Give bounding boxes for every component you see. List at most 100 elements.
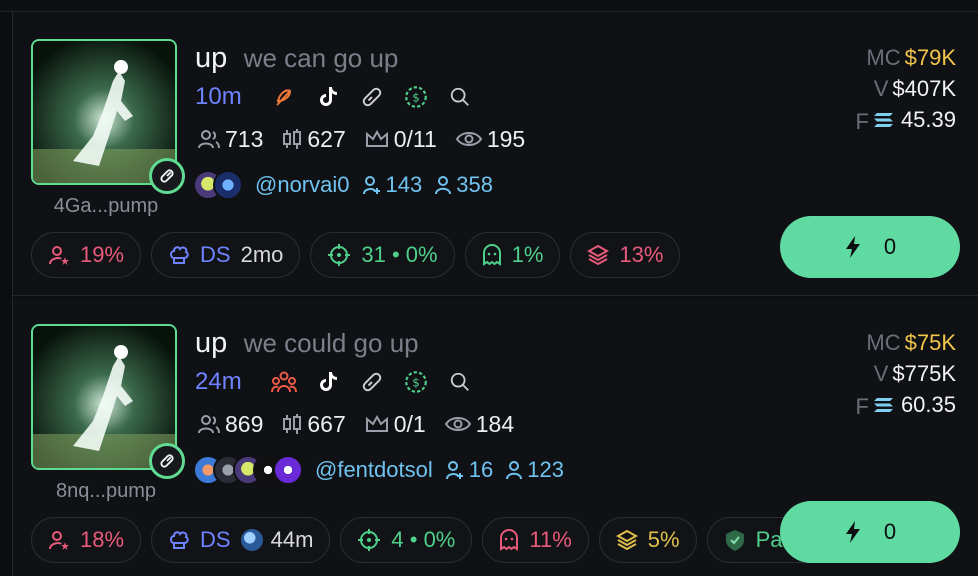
market-info: MC $75K V $775K F 60.35 [855, 327, 956, 422]
user-add-icon [362, 176, 380, 195]
lightning-icon [845, 236, 860, 258]
tiktok-icon[interactable] [312, 367, 344, 397]
pill-icon [149, 443, 185, 479]
fees: F 45.39 [855, 107, 956, 134]
insiders-chip[interactable]: 1% [464, 232, 561, 278]
svg-text:$: $ [412, 90, 420, 104]
crown-icon [365, 129, 388, 147]
token-title: up we could go up [195, 327, 419, 360]
token-address[interactable]: 8nq...pump [31, 480, 181, 503]
user-icon [435, 176, 452, 195]
dev-chip[interactable]: DS 2mo [151, 232, 301, 278]
dev-avatar [240, 529, 263, 551]
ghost-icon [500, 529, 519, 551]
token-metrics: 18% DS 44m 4 • 0% 11% 5% Pa [31, 517, 844, 563]
token-ticker[interactable]: up [195, 42, 227, 74]
candles-icon [283, 129, 302, 149]
avatar-stack[interactable] [193, 455, 303, 485]
user-icon [506, 461, 523, 480]
dex-icon[interactable]: $ [400, 367, 432, 397]
market-cap: MC $75K [866, 330, 956, 355]
token-address[interactable]: 4Ga...pump [31, 195, 181, 218]
users-icon [198, 415, 220, 434]
user-star-icon [49, 246, 69, 265]
layers-icon [587, 244, 610, 266]
search-icon[interactable] [444, 367, 476, 397]
top-holders-chip[interactable]: 18% [31, 517, 142, 563]
holders-stat: 869 [197, 411, 263, 438]
dex-icon[interactable]: $ [400, 82, 432, 112]
token-age: 24m [195, 368, 242, 395]
twitter-handle[interactable]: @fentdotsol [315, 457, 433, 483]
pill-link-icon[interactable] [356, 367, 388, 397]
market-info: MC $79K V $407K F 45.39 [855, 42, 956, 137]
crown-icon [365, 414, 388, 432]
fees: F 60.35 [855, 392, 956, 419]
crosshair-icon [358, 529, 381, 551]
crosshair-icon [328, 244, 351, 266]
txns-stat: 667 [281, 411, 346, 438]
following-count: 358 [434, 172, 493, 198]
lightning-icon [845, 521, 860, 543]
token-name: we could go up [243, 328, 419, 358]
views-stat: 195 [455, 126, 525, 153]
layers-icon [615, 529, 638, 551]
social-row: @norvai0 143 358 [193, 168, 505, 202]
top-divider [0, 0, 978, 12]
solana-icon [873, 112, 893, 127]
snipers-chip[interactable]: 4 • 0% [340, 517, 473, 563]
shield-icon [725, 530, 744, 551]
token-metrics: 19% DS 2mo 31 • 0% 1% 13% [31, 232, 681, 278]
ghost-icon [482, 244, 501, 266]
token-stats: 869 667 0/1 184 [197, 409, 532, 439]
user-add-icon [445, 461, 463, 480]
holders-stat: 713 [197, 126, 263, 153]
token-links: 24m $ [195, 367, 488, 397]
following-count: 123 [505, 457, 564, 483]
insiders-chip[interactable]: 11% [482, 517, 589, 563]
avatar [273, 455, 303, 485]
top-holders-chip[interactable]: 19% [31, 232, 142, 278]
user-star-icon [49, 531, 69, 550]
quick-buy-button[interactable]: 0 [780, 216, 960, 278]
token-card[interactable]: 8nq...pump up we could go up 24m $ 869 6… [12, 297, 978, 576]
eye-icon [444, 417, 471, 431]
pill-link-icon[interactable] [356, 82, 388, 112]
community-icon[interactable] [268, 367, 300, 397]
solana-icon [873, 397, 893, 412]
bundles-chip[interactable]: 13% [570, 232, 681, 278]
svg-text:$: $ [412, 375, 420, 389]
token-card[interactable]: 4Ga...pump up we can go up 10m $ 713 627 [12, 12, 978, 296]
quick-buy-button[interactable]: 0 [780, 501, 960, 563]
token-links: 10m $ [195, 82, 488, 112]
snipers-chip[interactable]: 31 • 0% [310, 232, 455, 278]
feather-icon[interactable] [268, 82, 300, 112]
views-stat: 184 [444, 411, 514, 438]
token-age: 10m [195, 83, 242, 110]
chef-hat-icon [170, 246, 189, 264]
chef-hat-icon [170, 531, 189, 549]
token-title: up we can go up [195, 42, 398, 75]
avatar-stack[interactable] [193, 170, 243, 200]
token-ticker[interactable]: up [195, 327, 227, 359]
search-icon[interactable] [444, 82, 476, 112]
crown-stat: 0/11 [364, 126, 437, 153]
pill-icon [149, 158, 185, 194]
eye-icon [455, 132, 482, 146]
candles-icon [283, 414, 302, 434]
txns-stat: 627 [281, 126, 346, 153]
token-stats: 713 627 0/11 195 [197, 124, 543, 154]
followers-count: 16 [445, 457, 493, 483]
bundles-chip[interactable]: 5% [598, 517, 697, 563]
market-cap: MC $79K [866, 45, 956, 70]
avatar [213, 170, 243, 200]
tiktok-icon[interactable] [312, 82, 344, 112]
followers-count: 143 [362, 172, 422, 198]
volume: V $775K [873, 361, 956, 386]
social-row: @fentdotsol 16 123 [193, 453, 576, 487]
twitter-handle[interactable]: @norvai0 [255, 172, 350, 198]
token-name: we can go up [243, 43, 399, 73]
crown-stat: 0/1 [364, 411, 426, 438]
dev-chip[interactable]: DS 44m [151, 517, 331, 563]
volume: V $407K [873, 76, 956, 101]
